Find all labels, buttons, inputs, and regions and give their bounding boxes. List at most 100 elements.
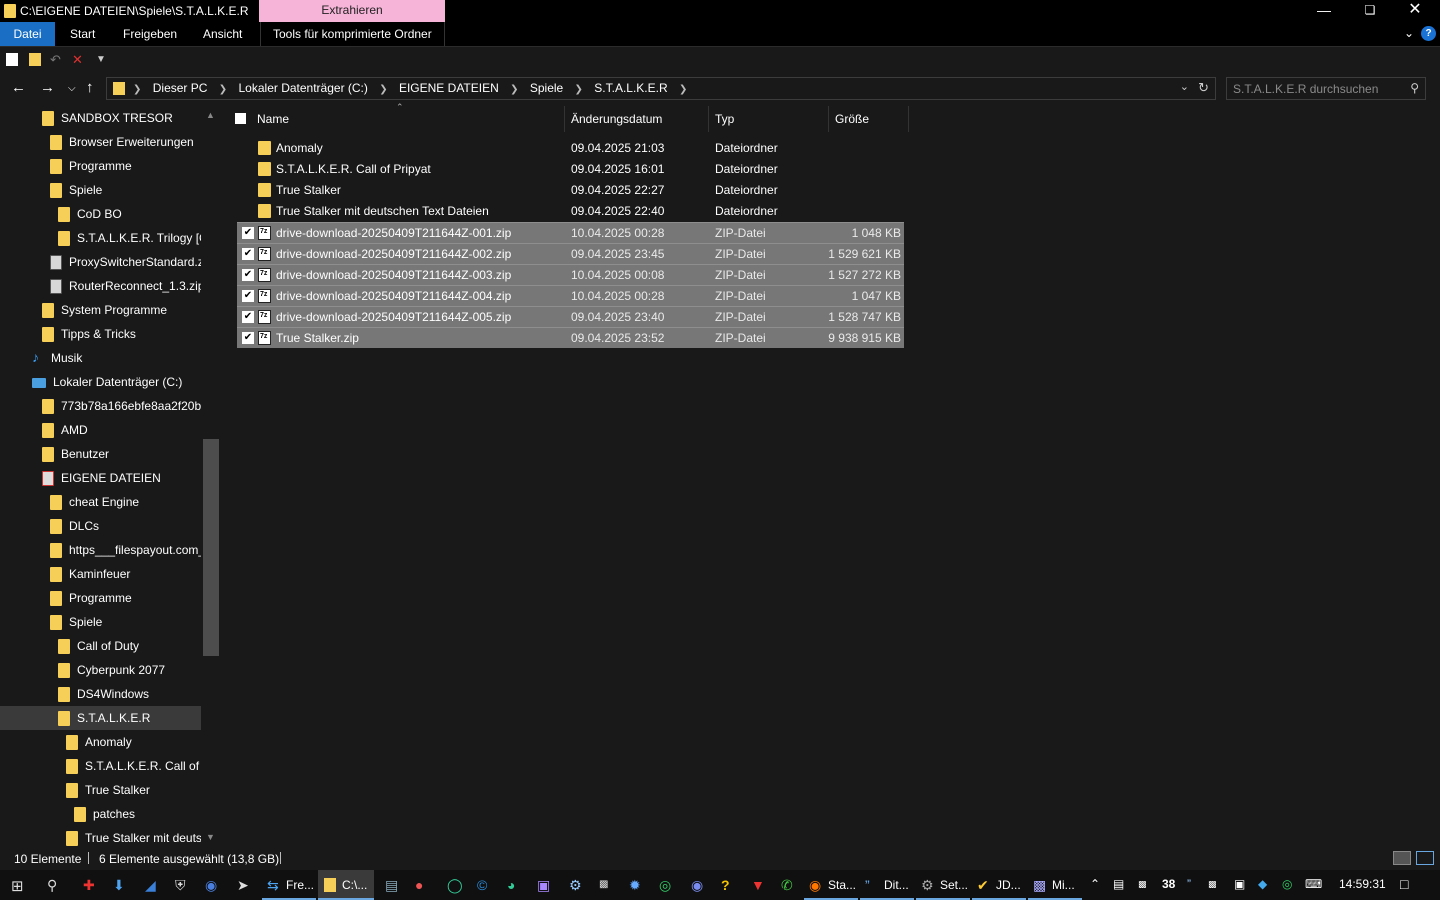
file-row[interactable]: ✔ True Stalker.zip 09.04.2025 23:52 ZIP-Dat…: [237, 327, 904, 348]
back-icon[interactable]: ←: [11, 79, 26, 96]
row-checkbox[interactable]: ✔: [242, 311, 254, 323]
search-input[interactable]: [1227, 78, 1402, 99]
address-dropdown-icon[interactable]: ⌄: [1180, 80, 1189, 93]
taskbar-app-firefox[interactable]: ◉ Sta...: [804, 870, 858, 900]
taskbar-pin-18[interactable]: ?: [716, 870, 740, 900]
tree-item[interactable]: S.T.A.L.K.E.R. Call of Pripyat: [0, 754, 201, 778]
recent-locations-icon[interactable]: ⌵: [68, 83, 76, 94]
new-folder-icon[interactable]: [29, 53, 41, 66]
breadcrumb-lokaler-datentraeger[interactable]: Lokaler Datenträger (C:): [239, 81, 368, 95]
customize-dropdown-icon[interactable]: ▼: [96, 54, 106, 65]
search-button[interactable]: ⚲: [40, 870, 70, 900]
tree-item[interactable]: Call of Duty: [0, 634, 201, 658]
forward-icon[interactable]: →: [40, 79, 55, 96]
tree-item[interactable]: RouterReconnect_1.3.zip: [0, 274, 201, 298]
taskbar-app-explorer[interactable]: C:\...: [318, 870, 374, 900]
tray-ditto-icon[interactable]: ”: [1187, 877, 1191, 891]
breadcrumb-eigene-dateien[interactable]: EIGENE DATEIEN: [399, 81, 499, 95]
search-icon[interactable]: ⚲: [1410, 81, 1419, 95]
tree-item[interactable]: CoD BO: [0, 202, 201, 226]
scrollbar-thumb[interactable]: [203, 439, 219, 656]
column-name[interactable]: Name: [257, 112, 289, 126]
tray-monitor-icon[interactable]: ▣: [1234, 877, 1245, 891]
tab-start[interactable]: Start: [58, 22, 107, 46]
keyboard-icon[interactable]: ⌨: [1305, 877, 1322, 891]
scroll-up-icon[interactable]: ▲: [206, 110, 215, 120]
start-button[interactable]: ⊞: [0, 870, 36, 900]
tree-item[interactable]: S.T.A.L.K.E.R: [0, 706, 201, 730]
tray-cpu-icon[interactable]: ▩: [1138, 879, 1147, 890]
tree-item[interactable]: Programme: [0, 586, 201, 610]
taskbar-app-settings[interactable]: ⚙ Set...: [916, 870, 970, 900]
taskbar-pin-6[interactable]: ➤: [232, 870, 256, 900]
search-box[interactable]: ⚲: [1226, 77, 1426, 100]
expand-ribbon-icon[interactable]: ⌄: [1404, 26, 1414, 40]
help-icon[interactable]: ?: [1421, 26, 1436, 41]
tree-item[interactable]: Programme: [0, 154, 201, 178]
tree-item[interactable]: ProxySwitcherStandard.zip: [0, 250, 201, 274]
row-checkbox[interactable]: ✔: [242, 269, 254, 281]
tree-item[interactable]: System Programme: [0, 298, 201, 322]
file-row[interactable]: ✔ drive-download-20250409T211644Z-004.zip…: [237, 285, 904, 306]
tree-item[interactable]: https___filespayout.com_: [0, 538, 201, 562]
breadcrumb-dieser-pc[interactable]: Dieser PC: [153, 81, 208, 95]
taskbar-pin-11[interactable]: ◕: [502, 870, 526, 900]
file-row[interactable]: ✔ drive-download-20250409T211644Z-002.zip…: [237, 243, 904, 264]
tree-item[interactable]: Kaminfeuer: [0, 562, 201, 586]
tab-datei[interactable]: Datei: [0, 22, 55, 46]
details-view-icon[interactable]: [1393, 851, 1411, 865]
taskbar-pin-13[interactable]: ⚙: [564, 870, 588, 900]
close-icon[interactable]: ✕: [1392, 0, 1438, 22]
bluetooth-icon[interactable]: ◆: [1258, 877, 1267, 891]
row-checkbox[interactable]: ✔: [242, 332, 254, 344]
tab-ansicht[interactable]: Ansicht: [191, 22, 254, 46]
minimize-icon[interactable]: —: [1301, 0, 1347, 22]
tray-temperature[interactable]: 38: [1162, 877, 1175, 891]
column-date[interactable]: Änderungsdatum: [571, 112, 662, 126]
tree-item[interactable]: EIGENE DATEIEN: [0, 466, 201, 490]
taskbar-pin-4[interactable]: ⛨: [170, 870, 194, 900]
tree-item[interactable]: Cyberpunk 2077: [0, 658, 201, 682]
tree-item[interactable]: cheat Engine: [0, 490, 201, 514]
tree-item[interactable]: S.T.A.L.K.E.R. Trilogy [GOG]: [0, 226, 201, 250]
taskbar-pin-5[interactable]: ◉: [200, 870, 224, 900]
tray-overflow-icon[interactable]: ⌃: [1090, 877, 1100, 891]
nav-scrollbar[interactable]: ▲ ▼: [203, 104, 219, 846]
tab-freigeben[interactable]: Freigeben: [111, 22, 189, 46]
tree-item[interactable]: True Stalker: [0, 778, 201, 802]
notifications-icon[interactable]: □: [1400, 876, 1408, 892]
tree-item[interactable]: 773b78a166ebfe8aa2f20b0b: [0, 394, 201, 418]
taskbar-pin-20[interactable]: ✆: [776, 870, 800, 900]
file-row[interactable]: ✔ drive-download-20250409T211644Z-003.zip…: [237, 264, 904, 285]
column-type[interactable]: Typ: [715, 112, 734, 126]
breadcrumb-spiele[interactable]: Spiele: [530, 81, 563, 95]
taskbar-pin-7[interactable]: ▤: [380, 870, 404, 900]
file-row[interactable]: ✔ drive-download-20250409T211644Z-005.zip…: [237, 306, 904, 327]
tree-item[interactable]: Spiele: [0, 178, 201, 202]
tree-item[interactable]: Benutzer: [0, 442, 201, 466]
taskbar-app-ditto[interactable]: ” Dit...: [860, 870, 914, 900]
restore-icon[interactable]: ❏: [1347, 0, 1393, 22]
clock[interactable]: 14:59:31: [1339, 877, 1386, 891]
taskbar-pin-14[interactable]: ▩: [594, 870, 618, 900]
row-checkbox[interactable]: ✔: [242, 290, 254, 302]
tree-item[interactable]: SANDBOX TRESOR: [0, 106, 201, 130]
tray-network-icon[interactable]: ▤: [1113, 877, 1124, 891]
refresh-icon[interactable]: ↻: [1198, 80, 1209, 96]
taskbar-pin-2[interactable]: ⬇: [108, 870, 132, 900]
row-checkbox[interactable]: ✔: [242, 227, 254, 239]
taskbar-pin-15[interactable]: ✹: [624, 870, 648, 900]
tree-item[interactable]: Tipps & Tricks: [0, 322, 201, 346]
taskbar-pin-16[interactable]: ◎: [654, 870, 678, 900]
delete-icon[interactable]: ✕: [72, 52, 83, 68]
file-row[interactable]: True Stalker 09.04.2025 22:27 Dateiordner: [237, 180, 904, 201]
tree-item[interactable]: patches: [0, 802, 201, 826]
taskbar-pin-17[interactable]: ◉: [686, 870, 710, 900]
taskbar-pin-1[interactable]: ✚: [78, 870, 102, 900]
taskbar-pin-8[interactable]: ●: [410, 870, 434, 900]
tree-item[interactable]: Spiele: [0, 610, 201, 634]
undo-icon[interactable]: ↶: [50, 52, 61, 68]
breadcrumb-stalker[interactable]: S.T.A.L.K.E.R: [594, 81, 667, 95]
tab-tools-komprimierte-ordner[interactable]: Tools für komprimierte Ordner: [260, 22, 445, 46]
select-all-checkbox[interactable]: [235, 113, 246, 124]
